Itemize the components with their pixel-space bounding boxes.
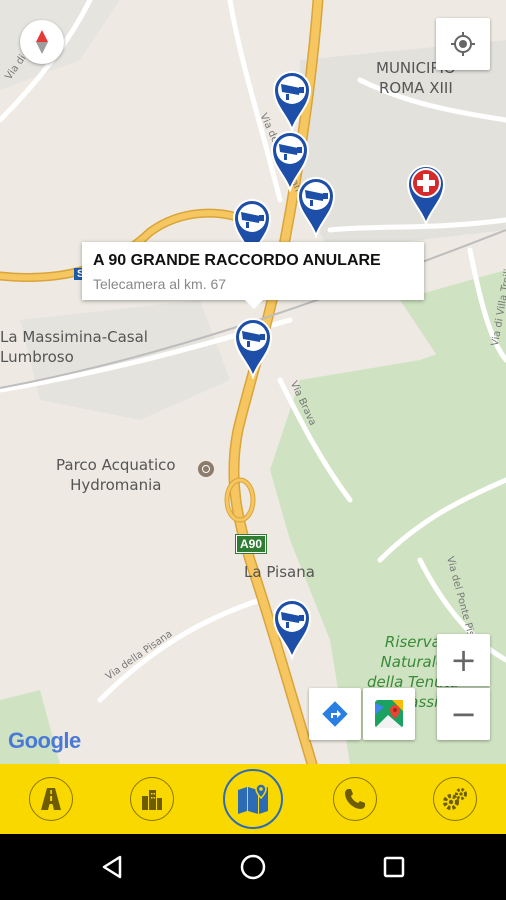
compass-icon — [36, 30, 48, 54]
app-toolbar — [0, 764, 506, 834]
home-circle-icon — [240, 854, 266, 880]
my-location-button[interactable] — [436, 18, 490, 70]
back-triangle-icon — [102, 855, 122, 879]
zoom-out-label: − — [450, 695, 477, 733]
road-icon — [41, 788, 61, 810]
settings-icon — [443, 788, 467, 810]
zoom-in-label: + — [450, 641, 477, 679]
phone-icon — [345, 789, 365, 809]
place-label-pisana: La Pisana — [244, 563, 315, 581]
map-icon — [238, 783, 268, 814]
hospital-marker[interactable] — [404, 162, 448, 228]
settings-button[interactable] — [433, 777, 477, 821]
popup-tail — [245, 300, 263, 309]
directions-icon — [322, 701, 348, 727]
city-button[interactable] — [130, 777, 174, 821]
map-view[interactable]: MUNICIPIO ROMA XIII La Massimina-Casal L… — [0, 0, 506, 764]
poi-pin-icon — [198, 461, 214, 477]
back-button[interactable] — [95, 850, 129, 884]
directions-button[interactable] — [309, 688, 361, 740]
city-icon — [142, 790, 162, 810]
crosshair-icon — [451, 32, 475, 56]
recents-button[interactable] — [377, 850, 411, 884]
zoom-in-button[interactable]: + — [437, 634, 490, 686]
road-shield-a90: A90 — [234, 534, 268, 554]
speed-camera-marker[interactable] — [294, 174, 338, 240]
popup-subtitle: Telecamera al km. 67 — [93, 276, 227, 292]
speed-camera-marker[interactable] — [231, 315, 275, 381]
marker-info-popup[interactable]: A 90 GRANDE RACCORDO ANULARE Telecamera … — [82, 242, 424, 309]
zoom-out-button[interactable]: − — [437, 688, 490, 740]
place-label-parco: Parco Acquatico Hydromania — [56, 456, 176, 494]
speed-camera-marker[interactable] — [270, 68, 314, 134]
speed-camera-marker[interactable] — [270, 596, 314, 662]
road-button[interactable] — [29, 777, 73, 821]
recents-square-icon — [383, 856, 405, 878]
open-google-maps-button[interactable] — [363, 688, 415, 740]
place-label-massimina: La Massimina-Casal Lumbroso — [0, 328, 148, 366]
google-attribution: Google — [8, 728, 81, 753]
phone-button[interactable] — [333, 777, 377, 821]
home-button[interactable] — [236, 850, 270, 884]
compass-button[interactable] — [20, 20, 64, 64]
google-maps-icon — [375, 700, 403, 728]
popup-title: A 90 GRANDE RACCORDO ANULARE — [93, 252, 381, 269]
system-navigation-bar — [0, 834, 506, 900]
map-button[interactable] — [223, 769, 283, 829]
